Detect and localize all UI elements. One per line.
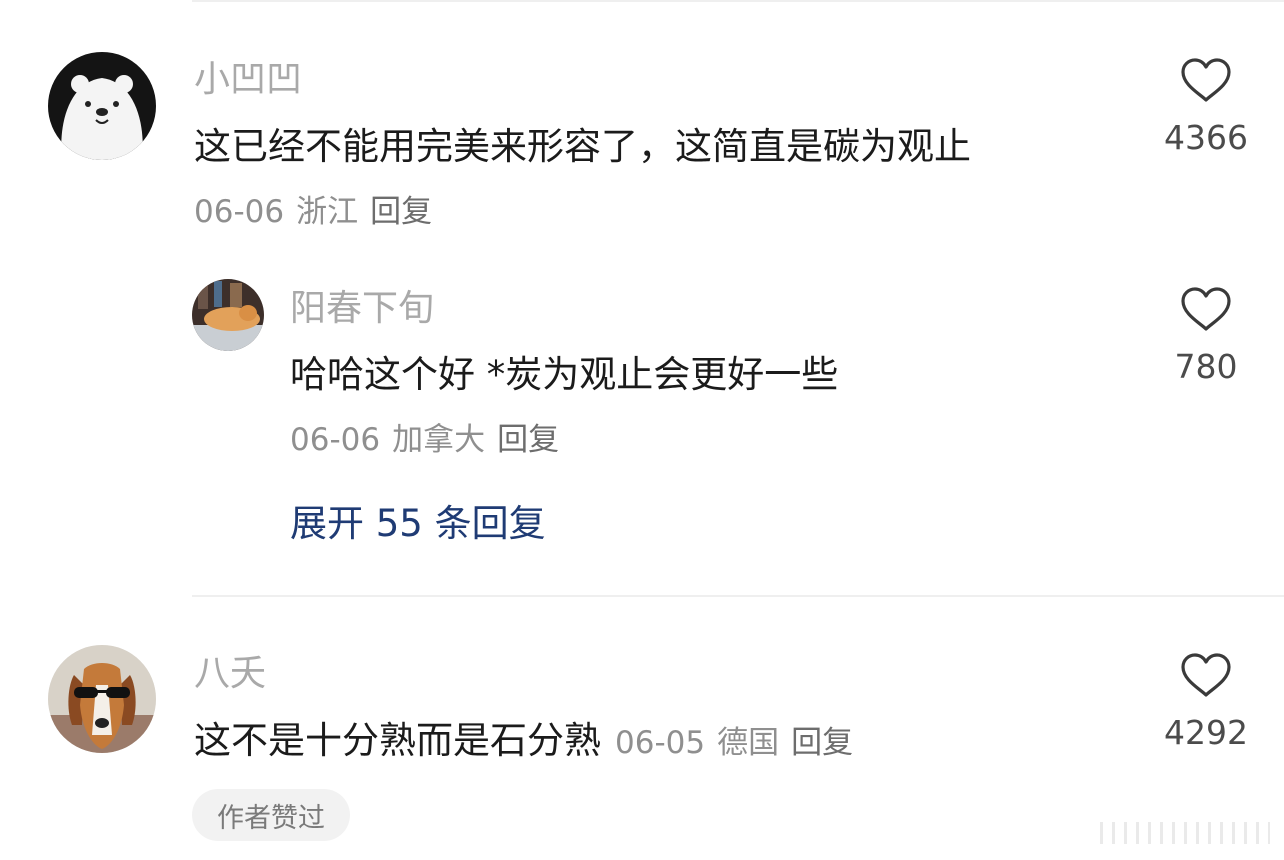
comment-text-body: 这不是十分熟而是石分熟	[194, 719, 601, 762]
watermark	[1100, 822, 1270, 844]
comment-divider	[192, 595, 1284, 597]
author-liked-badge: 作者赞过	[192, 789, 350, 841]
reply-date: 06-06	[290, 422, 381, 458]
comment-meta: 06-05 德国 回复	[615, 725, 865, 761]
like-count: 780	[1174, 347, 1238, 386]
heart-outline-icon	[1181, 287, 1231, 331]
like-count: 4366	[1164, 118, 1248, 157]
comment-location: 浙江	[296, 194, 359, 230]
top-divider	[192, 0, 1284, 2]
username[interactable]: 八夭	[194, 656, 266, 692]
reply-location: 加拿大	[392, 422, 486, 458]
cat-photo-avatar-icon	[192, 279, 264, 351]
polar-bear-avatar-icon	[48, 52, 156, 160]
reply-button[interactable]: 回复	[791, 725, 853, 761]
comment-meta: 06-06 浙江 回复	[194, 197, 444, 228]
comment-date: 06-05	[615, 725, 706, 761]
username[interactable]: 阳春下旬	[290, 291, 434, 327]
expand-replies-link[interactable]: 展开 55 条回复	[290, 505, 546, 542]
dog-sunglasses-avatar-icon	[48, 645, 156, 753]
reply-button[interactable]: 回复	[370, 194, 432, 230]
avatar[interactable]	[48, 645, 156, 753]
reply-text: 哈哈这个好 *炭为观止会更好一些	[290, 353, 839, 396]
like-button[interactable]: 780	[1146, 286, 1266, 383]
like-count: 4292	[1164, 713, 1248, 752]
comment-text: 这已经不能用完美来形容了，这简直是碳为观止	[194, 125, 971, 168]
heart-outline-icon	[1181, 58, 1231, 102]
comment-text: 这不是十分熟而是石分熟 06-05 德国 回复	[194, 722, 865, 759]
username[interactable]: 小凹凹	[194, 62, 302, 98]
comment-date: 06-06	[194, 194, 285, 230]
avatar[interactable]	[48, 52, 156, 160]
like-button[interactable]: 4366	[1146, 57, 1266, 154]
reply-button[interactable]: 回复	[497, 422, 559, 458]
comment-location: 德国	[717, 725, 780, 761]
like-button[interactable]: 4292	[1146, 652, 1266, 749]
reply-meta: 06-06 加拿大 回复	[290, 425, 571, 456]
avatar[interactable]	[192, 279, 264, 351]
heart-outline-icon	[1181, 653, 1231, 697]
